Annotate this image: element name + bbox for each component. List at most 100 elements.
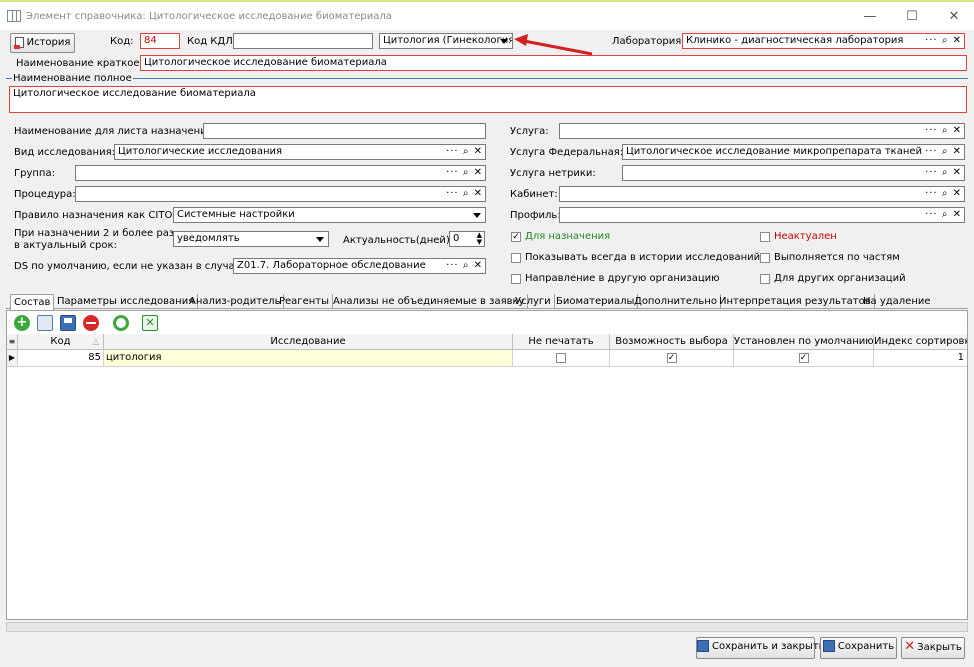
study-type-field[interactable]: Цитологические исследования ··· ⌕ ✕ xyxy=(114,144,486,160)
repeat-select[interactable]: уведомлять xyxy=(173,231,329,247)
row-sort-index[interactable]: 1 xyxy=(874,350,967,366)
clear-icon[interactable]: ✕ xyxy=(474,146,483,157)
more-icon[interactable]: ··· xyxy=(925,146,938,157)
clear-icon[interactable]: ✕ xyxy=(474,167,483,178)
search-icon[interactable]: ⌕ xyxy=(942,167,949,178)
assign-name-field[interactable] xyxy=(203,123,486,139)
close-window-button[interactable]: ✕ xyxy=(934,6,974,28)
for-assign-checkbox[interactable]: ✓ xyxy=(511,232,521,242)
minimize-button[interactable]: — xyxy=(850,6,890,28)
profile-field[interactable]: ··· ⌕ ✕ xyxy=(559,207,965,223)
actuality-stepper[interactable]: 0 ▲ ▼ xyxy=(449,231,485,247)
lab-field[interactable]: Клинико - диагностическая лаборатория ··… xyxy=(682,33,965,49)
stepper-arrows-icon[interactable]: ▲ ▼ xyxy=(477,232,482,246)
save-and-close-button[interactable]: Сохранить и закрыть xyxy=(696,637,825,659)
metric-service-field[interactable]: ··· ⌕ ✕ xyxy=(622,165,965,181)
procedure-field[interactable]: ··· ⌕ ✕ xyxy=(75,186,486,202)
search-icon[interactable]: ⌕ xyxy=(942,188,949,199)
clear-icon[interactable]: ✕ xyxy=(474,260,483,271)
delete-icon[interactable] xyxy=(83,315,99,331)
excel-export-icon[interactable]: ✕ xyxy=(142,315,158,331)
edit-icon[interactable] xyxy=(37,315,53,331)
history-button[interactable]: История xyxy=(10,33,75,53)
by-parts-checkbox[interactable] xyxy=(760,253,770,263)
cabinet-field[interactable]: ··· ⌕ ✕ xyxy=(559,186,965,202)
column-header-no-print[interactable]: Не печатать xyxy=(513,334,610,350)
show-history-checkbox[interactable] xyxy=(511,253,521,263)
tab-services[interactable]: Услуги xyxy=(512,294,555,309)
tab-interpretation[interactable]: Интерпретация результатов xyxy=(716,294,875,309)
column-header-default[interactable]: Установлен по умолчанию xyxy=(734,334,874,350)
tab-composition[interactable]: Состав xyxy=(10,294,55,310)
type-select[interactable]: Цитология (Гинекология) xyxy=(379,33,513,49)
short-name-field[interactable]: Цитологическое исследование биоматериала xyxy=(140,55,967,71)
column-header-study[interactable]: Исследование xyxy=(104,334,513,350)
more-icon[interactable]: ··· xyxy=(446,188,459,199)
fed-service-field[interactable]: Цитологическое исследование микропрепара… xyxy=(622,144,965,160)
history-button-label: История xyxy=(26,37,71,48)
default-checkbox[interactable]: ✓ xyxy=(798,353,809,363)
sort-asc-icon: △ xyxy=(92,337,99,346)
refresh-icon[interactable] xyxy=(113,315,129,331)
clear-icon[interactable]: ✕ xyxy=(953,125,962,136)
more-icon[interactable]: ··· xyxy=(446,260,459,271)
grid-menu-icon[interactable]: ≡ xyxy=(7,334,18,350)
column-header-code[interactable]: Код △ xyxy=(18,334,104,350)
full-name-field[interactable]: Цитологическое исследование биоматериала xyxy=(9,86,967,113)
tab-non-combinable[interactable]: Анализы не объединяемые в заявку xyxy=(330,294,529,309)
search-icon[interactable]: ⌕ xyxy=(463,260,470,271)
tab-biomaterials[interactable]: Биоматериалы xyxy=(553,294,639,309)
clear-icon[interactable]: ✕ xyxy=(953,35,962,46)
add-icon[interactable]: + xyxy=(14,315,30,331)
close-button[interactable]: ✕ Закрыть xyxy=(901,637,965,659)
lab-value: Клинико - диагностическая лаборатория xyxy=(686,35,904,46)
more-icon[interactable]: ··· xyxy=(925,125,938,136)
tab-reagents[interactable]: Реагенты xyxy=(276,294,333,309)
cito-select[interactable]: Системные настройки xyxy=(173,207,486,223)
more-icon[interactable]: ··· xyxy=(925,209,938,220)
search-icon[interactable]: ⌕ xyxy=(463,188,470,199)
clear-icon[interactable]: ✕ xyxy=(953,167,962,178)
more-icon[interactable]: ··· xyxy=(446,167,459,178)
selectable-checkbox[interactable]: ✓ xyxy=(666,353,677,363)
row-study-name[interactable]: цитология xyxy=(104,350,513,366)
more-icon[interactable]: ··· xyxy=(446,146,459,157)
service-field[interactable]: ··· ⌕ ✕ xyxy=(559,123,965,139)
search-icon[interactable]: ⌕ xyxy=(942,35,949,46)
code-field[interactable]: 84 xyxy=(140,33,180,49)
short-name-label: Наименование краткое: xyxy=(16,58,143,69)
for-other-orgs-checkbox[interactable] xyxy=(760,274,770,284)
save-icon[interactable] xyxy=(60,315,76,331)
save-button[interactable]: Сохранить xyxy=(820,637,897,659)
tab-additional[interactable]: Дополнительно xyxy=(631,294,721,309)
search-icon[interactable]: ⌕ xyxy=(942,125,949,136)
ds-field[interactable]: Z01.7. Лабораторное обследование ··· ⌕ ✕ xyxy=(233,258,486,274)
search-icon[interactable]: ⌕ xyxy=(942,146,949,157)
search-icon[interactable]: ⌕ xyxy=(463,146,470,157)
column-header-selectable[interactable]: Возможность выбора xyxy=(610,334,734,350)
actuality-label: Актуальность(дней): xyxy=(343,235,454,246)
clear-icon[interactable]: ✕ xyxy=(953,209,962,220)
fed-service-value: Цитологическое исследование микропрепара… xyxy=(626,146,926,157)
tab-parent-analysis[interactable]: Анализ-родитель xyxy=(186,294,285,309)
clear-icon[interactable]: ✕ xyxy=(474,188,483,199)
search-icon[interactable]: ⌕ xyxy=(463,167,470,178)
maximize-button[interactable]: ☐ xyxy=(892,6,932,28)
clear-icon[interactable]: ✕ xyxy=(953,188,962,199)
clear-icon[interactable]: ✕ xyxy=(953,146,962,157)
table-row[interactable]: ▶ 85 цитология ✓ ✓ 1 xyxy=(7,350,967,367)
more-icon[interactable]: ··· xyxy=(925,188,938,199)
kdl-code-field[interactable] xyxy=(233,33,373,49)
group-field[interactable]: ··· ⌕ ✕ xyxy=(75,165,486,181)
tab-parameters[interactable]: Параметры исследования xyxy=(54,294,199,309)
more-icon[interactable]: ··· xyxy=(925,167,938,178)
other-org-direction-checkbox[interactable] xyxy=(511,274,521,284)
no-print-checkbox[interactable] xyxy=(556,353,566,363)
more-icon[interactable]: ··· xyxy=(925,35,938,46)
horizontal-scrollbar[interactable] xyxy=(6,622,968,632)
not-actual-checkbox[interactable] xyxy=(760,232,770,242)
search-icon[interactable]: ⌕ xyxy=(942,209,949,220)
column-header-sort-index[interactable]: Индекс сортировки xyxy=(874,334,967,350)
tab-deletion[interactable]: На удаление xyxy=(860,294,934,309)
row-code[interactable]: 85 xyxy=(18,350,104,366)
